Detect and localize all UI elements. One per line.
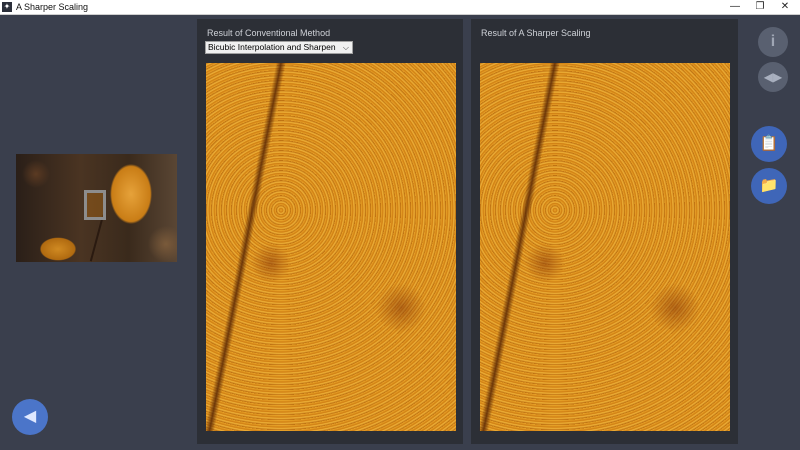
leaf-spot <box>376 283 426 333</box>
close-button[interactable]: ✕ <box>770 0 800 14</box>
title-bar: ✦ A Sharper Scaling — ❐ ✕ <box>0 0 800 15</box>
paste-clipboard-button[interactable]: 📋 <box>751 126 787 162</box>
clipboard-icon: 📋 <box>759 135 779 152</box>
leaf-spot <box>251 243 291 283</box>
folder-icon: 📁 <box>759 177 779 194</box>
chevron-down-icon: ⌵ <box>342 43 349 52</box>
leaf-spot <box>525 243 565 283</box>
method-dropdown[interactable]: Bicubic Interpolation and Sharpen ⌵ <box>205 41 353 54</box>
compare-button[interactable]: ◀▶ <box>758 62 788 92</box>
thumbnail-stem <box>89 214 105 262</box>
info-button[interactable]: i <box>758 27 788 57</box>
open-folder-button[interactable]: 📁 <box>751 168 787 204</box>
conventional-panel-title: Result of Conventional Method <box>207 28 331 38</box>
sharper-result-image <box>478 63 730 431</box>
back-arrow-icon: ◀ <box>23 408 37 425</box>
compare-arrows-icon: ◀▶ <box>763 70 783 84</box>
sharper-scaling-panel: Result of A Sharper Scaling <box>471 19 738 444</box>
conventional-result-panel: Result of Conventional Method Bicubic In… <box>197 19 463 444</box>
method-dropdown-value: Bicubic Interpolation and Sharpen <box>208 42 336 52</box>
window-title: A Sharper Scaling <box>16 2 89 12</box>
sharper-panel-title: Result of A Sharper Scaling <box>481 28 591 38</box>
leaf-spot <box>650 283 700 333</box>
conventional-result-image <box>204 63 456 431</box>
back-button[interactable]: ◀ <box>12 399 48 435</box>
zoom-region-selector[interactable] <box>84 190 106 220</box>
app-icon: ✦ <box>2 2 12 12</box>
info-icon: i <box>770 33 776 50</box>
